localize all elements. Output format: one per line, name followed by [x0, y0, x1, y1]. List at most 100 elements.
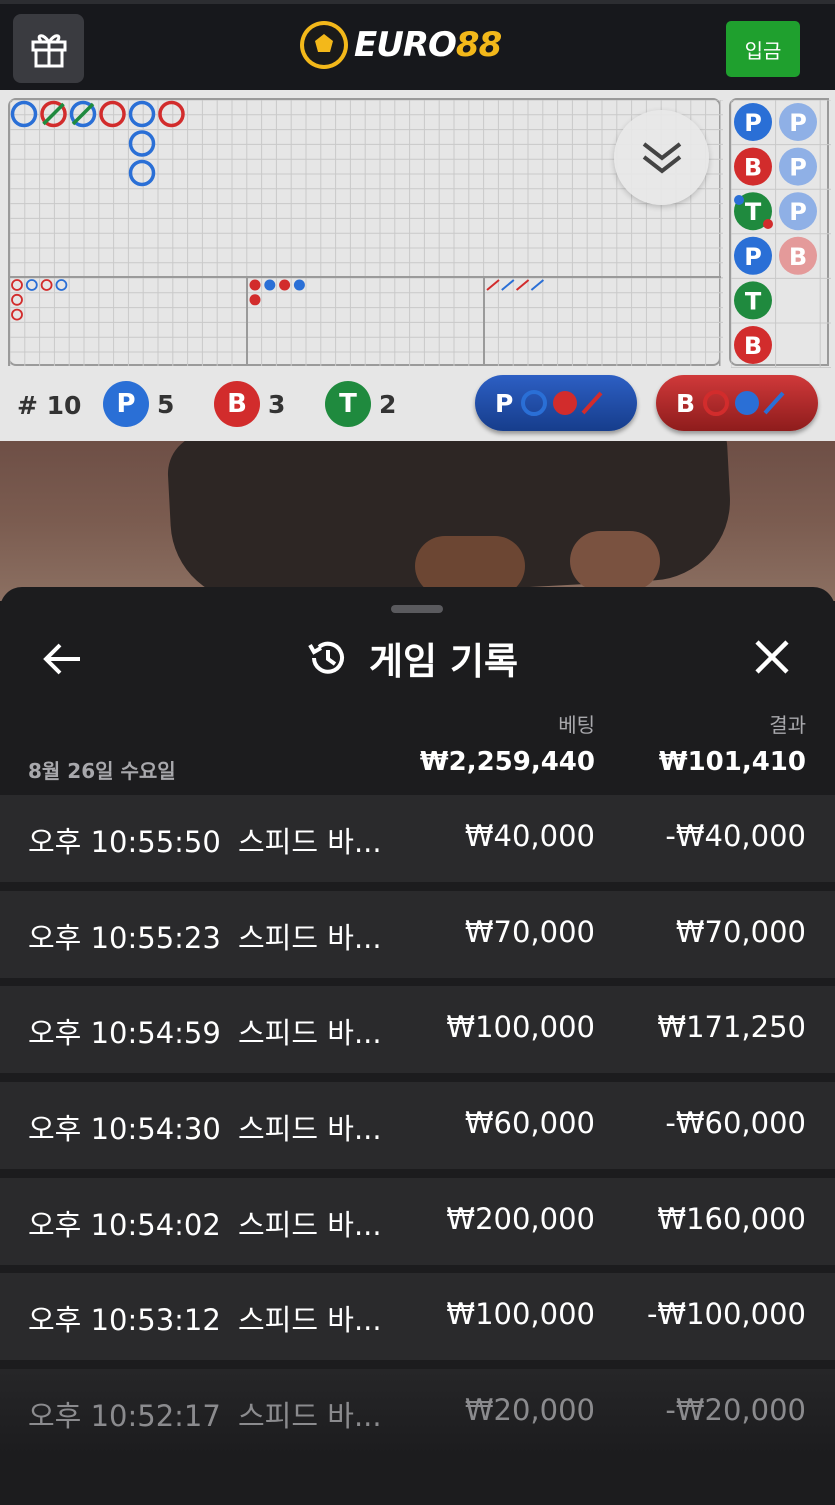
total-rounds: # 10 [17, 391, 82, 420]
row-time: 오후 10:55:50 [28, 825, 221, 859]
row-time: 오후 10:52:17 [28, 1399, 221, 1434]
player-count: P 5 [103, 381, 174, 427]
bead-road-grid: PBTPTBPPPB [729, 98, 831, 368]
gift-button[interactable] [13, 14, 84, 83]
sheet-drag-handle[interactable] [391, 605, 443, 613]
history-icon [308, 641, 344, 674]
big-eye-mark [11, 308, 23, 321]
bet-column-header: 베팅 [558, 713, 595, 737]
banker-count: B 3 [214, 381, 285, 427]
bead-label: B [744, 332, 762, 360]
big-road-mark [128, 159, 156, 187]
total-bet: ₩2,259,440 [419, 747, 595, 777]
back-button[interactable] [40, 637, 84, 681]
bead-label: P [744, 243, 762, 271]
arrow-left-icon [43, 643, 80, 675]
row-bet: ₩40,000 [464, 819, 595, 853]
big-road-mark [10, 100, 38, 128]
baccarat-roadmap: PBTPTBPPPB # 10 P 5 B 3 T 2 P B [0, 90, 835, 441]
bead-label: P [744, 109, 762, 137]
row-game: 스피드 바... [238, 1399, 382, 1434]
history-list: 오후 10:55:50 스피드 바... ₩40,000 -₩40,000 오후… [0, 795, 835, 1465]
gift-icon [31, 33, 66, 67]
live-dealer-video [0, 441, 835, 601]
big-road-mark [158, 100, 185, 128]
history-row[interactable]: 오후 10:54:02 스피드 바... ₩200,000 ₩160,000 [0, 1177, 835, 1265]
chevron-double-down-icon [642, 141, 681, 174]
row-game: 스피드 바... [238, 1303, 382, 1338]
soccer-ball-icon [300, 21, 348, 69]
date-label: 8월 26일 수요일 [28, 759, 176, 783]
row-bet: ₩60,000 [464, 1106, 595, 1141]
banker-chip: B [214, 381, 260, 427]
row-result: ₩70,000 [675, 914, 806, 949]
row-time: 오후 10:53:12 [28, 1303, 221, 1338]
history-row[interactable]: 오후 10:55:50 스피드 바... ₩40,000 -₩40,000 [0, 795, 835, 882]
row-time: 오후 10:55:23 [28, 920, 221, 955]
small-road-mark [279, 279, 291, 291]
bead-label: P [789, 198, 807, 226]
predict-markers-icon [521, 390, 603, 416]
small-road-mark [249, 279, 261, 291]
player-predict-button[interactable]: P [475, 375, 637, 431]
brand-logo-text: EURO88 [354, 25, 502, 65]
sheet-title: 게임 기록 [369, 640, 519, 683]
row-result: -₩40,000 [665, 819, 806, 853]
bead-label: B [744, 154, 762, 182]
big-road-mark [128, 130, 156, 157]
row-bet: ₩100,000 [446, 1297, 595, 1332]
brand-logo[interactable]: EURO88 [300, 20, 502, 70]
row-bet: ₩100,000 [446, 1010, 595, 1045]
big-eye-mark [11, 279, 23, 291]
row-game: 스피드 바... [238, 1207, 382, 1242]
row-bet: ₩200,000 [446, 1201, 595, 1236]
collapse-roadmap-button[interactable] [614, 110, 709, 205]
row-game: 스피드 바... [238, 1016, 382, 1051]
row-time: 오후 10:54:30 [28, 1112, 221, 1147]
row-result: -₩60,000 [665, 1106, 806, 1141]
derived-roads-grid [8, 276, 723, 366]
row-game: 스피드 바... [238, 1112, 382, 1147]
big-eye-mark [25, 279, 38, 291]
row-bet: ₩70,000 [464, 914, 595, 949]
bead-label: P [789, 154, 807, 182]
tie-chip: T [325, 381, 371, 427]
row-result: ₩171,250 [657, 1010, 806, 1045]
top-bar: EURO88 입금 [0, 0, 835, 90]
row-result: ₩160,000 [657, 1201, 806, 1236]
roadmap-stats: # 10 P 5 B 3 T 2 P B [0, 372, 835, 432]
bead-label: B [789, 243, 807, 271]
big-road-mark [128, 100, 156, 128]
bead-label: T [745, 198, 762, 226]
predict-markers-icon [703, 390, 785, 416]
small-road-mark [249, 294, 261, 306]
row-time: 오후 10:54:02 [28, 1207, 221, 1242]
banker-predict-button[interactable]: B [656, 375, 818, 431]
history-row[interactable]: 오후 10:53:12 스피드 바... ₩100,000 -₩100,000 [0, 1273, 835, 1361]
small-road-mark [293, 279, 305, 291]
sheet-header: 게임 기록 [305, 631, 518, 685]
history-row[interactable]: 오후 10:55:23 스피드 바... ₩70,000 ₩70,000 [0, 890, 835, 978]
big-eye-mark [55, 279, 68, 291]
row-result: -₩100,000 [646, 1297, 806, 1332]
small-road-mark [264, 279, 276, 291]
cockroach-mark [530, 279, 545, 291]
result-column-header: 결과 [769, 713, 806, 737]
total-result: ₩101,410 [658, 747, 806, 777]
history-row[interactable]: 오후 10:52:17 스피드 바... ₩20,000 -₩20,000 [0, 1369, 835, 1457]
game-history-sheet: 게임 기록 베팅 결과 8월 26일 수요일 ₩2,259,440 ₩101,4… [0, 587, 835, 1505]
history-row[interactable]: 오후 10:54:59 스피드 바... ₩100,000 ₩171,250 [0, 986, 835, 1074]
bead-label: T [745, 287, 762, 315]
close-button[interactable] [750, 635, 794, 679]
row-bet: ₩20,000 [464, 1393, 595, 1428]
row-result: -₩20,000 [665, 1393, 806, 1428]
big-eye-mark [40, 279, 53, 291]
cockroach-mark [501, 279, 515, 291]
big-road-mark [99, 100, 126, 128]
cockroach-mark [515, 279, 530, 291]
big-eye-mark [11, 293, 23, 306]
deposit-button[interactable]: 입금 [726, 21, 800, 77]
row-game: 스피드 바... [238, 825, 382, 859]
history-row[interactable]: 오후 10:54:30 스피드 바... ₩60,000 -₩60,000 [0, 1082, 835, 1170]
bead-label: P [789, 109, 807, 137]
